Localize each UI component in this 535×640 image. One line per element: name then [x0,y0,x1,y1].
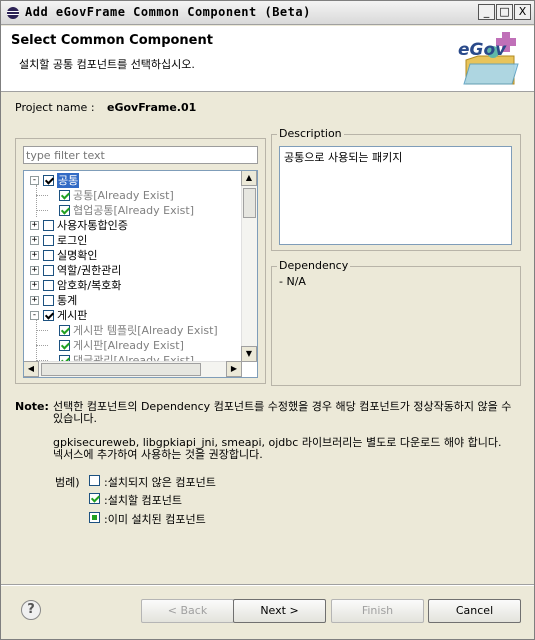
expand-icon[interactable]: + [30,221,39,230]
tree-item[interactable]: + 통계 [24,293,242,308]
page-title: Select Common Component [11,33,213,48]
tree-item[interactable]: + 역할/권한관리 [24,263,242,278]
tree-item-label: 게시판 템플릿[Already Exist] [73,324,218,337]
tree-item-label: 게시판[Already Exist] [73,339,184,352]
checked-box-icon[interactable] [59,205,70,216]
note-line-2: gpkisecureweb, libgpkiapi_jni, smeapi, o… [53,436,502,461]
eclipse-icon [7,7,19,19]
help-icon[interactable]: ? [21,600,41,620]
checked-box-icon [89,493,100,504]
expand-icon[interactable]: + [30,281,39,290]
tree-item-label: 댓글관리[Already Exist] [73,354,194,361]
tree-item-label: 공통 [57,173,80,188]
project-name-label: Project name : [15,101,95,114]
unchecked-box-icon[interactable] [43,295,54,306]
tree-item-label: 협업공통[Already Exist] [73,204,194,217]
title-bar[interactable]: Add eGovFrame Common Component (Beta) _ … [1,1,534,25]
horizontal-scroll-thumb[interactable] [41,363,201,376]
tree-item-label: 역할/권한관리 [57,264,122,277]
tree-item[interactable]: - 게시판 [24,308,242,323]
tree-item-label: 로그인 [57,234,88,247]
legend-label: 범례) [55,476,80,489]
next-button[interactable]: Next > [233,599,326,623]
egov-logo: eGov [458,30,522,88]
project-name-value: eGovFrame.01 [107,101,197,114]
unchecked-box-icon [89,475,100,486]
expand-icon[interactable]: + [30,251,39,260]
checked-box-icon[interactable] [59,340,70,351]
tree-item[interactable]: + 암호화/복호화 [24,278,242,293]
filter-input[interactable] [23,146,258,164]
dependency-group [271,266,521,386]
checked-box-icon[interactable] [43,310,54,321]
tree-item[interactable]: 댓글관리[Already Exist] [24,353,242,361]
checked-box-icon[interactable] [59,190,70,201]
dependency-text: - N/A [279,275,306,288]
tree-guide-line [36,185,37,217]
expand-icon[interactable]: + [30,236,39,245]
collapse-icon[interactable]: - [30,176,39,185]
dialog-window: Add eGovFrame Common Component (Beta) _ … [0,0,535,640]
tree-connector [36,210,48,211]
vertical-scroll-thumb[interactable] [243,188,256,218]
tree-item-label: 통계 [57,294,78,307]
tree-item[interactable]: 협업공통[Already Exist] [24,203,242,218]
close-button[interactable]: X [514,4,531,20]
tree-item-label: 공통[Already Exist] [73,189,174,202]
tree-item-label: 실명확인 [57,249,98,262]
unchecked-box-icon[interactable] [43,220,54,231]
cancel-button[interactable]: Cancel [428,599,521,623]
page-subtitle: 설치할 공통 컴포넌트를 선택하십시오. [19,58,195,71]
window-title: Add eGovFrame Common Component (Beta) [25,5,311,19]
tree-horizontal-scrollbar[interactable]: ◀ ▶ [24,361,242,377]
tree-item[interactable]: 게시판[Already Exist] [24,338,242,353]
description-text[interactable]: 공통으로 사용되는 패키지 [279,146,512,245]
minimize-button[interactable]: _ [478,4,495,20]
tree-item[interactable]: + 실명확인 [24,248,242,263]
finish-button[interactable]: Finish [331,599,424,623]
tree-guide-line [36,320,37,361]
wizard-header: Select Common Component 설치할 공통 컴포넌트를 선택하… [1,26,534,92]
expand-icon[interactable]: + [30,296,39,305]
unchecked-box-icon[interactable] [43,265,54,276]
tree-connector [36,195,48,196]
tree-item[interactable]: + 사용자통합인증 [24,218,242,233]
collapse-icon[interactable]: - [30,311,39,320]
tree-item[interactable]: 게시판 템플릿[Already Exist] [24,323,242,338]
scroll-left-icon[interactable]: ◀ [24,361,39,377]
tree-item-label: 게시판 [57,309,88,322]
unchecked-box-icon[interactable] [43,250,54,261]
installed-box-icon [89,512,100,523]
description-label: Description [277,127,344,140]
unchecked-box-icon[interactable] [43,280,54,291]
tree-item[interactable]: + 로그인 [24,233,242,248]
dependency-label: Dependency [277,259,351,272]
tree-item[interactable]: 공통[Already Exist] [24,188,242,203]
checked-box-icon[interactable] [43,175,54,186]
unchecked-box-icon[interactable] [43,235,54,246]
scroll-up-icon[interactable]: ▲ [241,171,257,186]
note-label: Note: [15,400,49,413]
maximize-button[interactable]: □ [496,4,513,20]
tree-connector [36,345,48,346]
note-line-1: 선택한 컴포넌트의 Dependency 컴포넌트를 수정했을 경우 해당 컴포… [53,400,512,425]
tree-item[interactable]: - 공통 [24,173,242,188]
back-button[interactable]: < Back [141,599,234,623]
tree-vertical-scrollbar[interactable]: ▲ ▼ [241,171,257,362]
scroll-down-icon[interactable]: ▼ [241,346,257,362]
expand-icon[interactable]: + [30,266,39,275]
logo-text: eGov [458,40,507,60]
footer-separator [1,584,534,586]
scroll-right-icon[interactable]: ▶ [226,361,242,377]
checked-box-icon[interactable] [59,325,70,336]
tree-item-label: 사용자통합인증 [57,219,128,232]
component-tree[interactable]: - 공통 공통[Already Exist] 협업공통[Already Exist] +… [23,170,258,378]
tree-item-label: 암호화/복호화 [57,279,122,292]
tree-content: - 공통 공통[Already Exist] 협업공통[Already Exist] +… [24,171,242,361]
tree-connector [36,330,48,331]
